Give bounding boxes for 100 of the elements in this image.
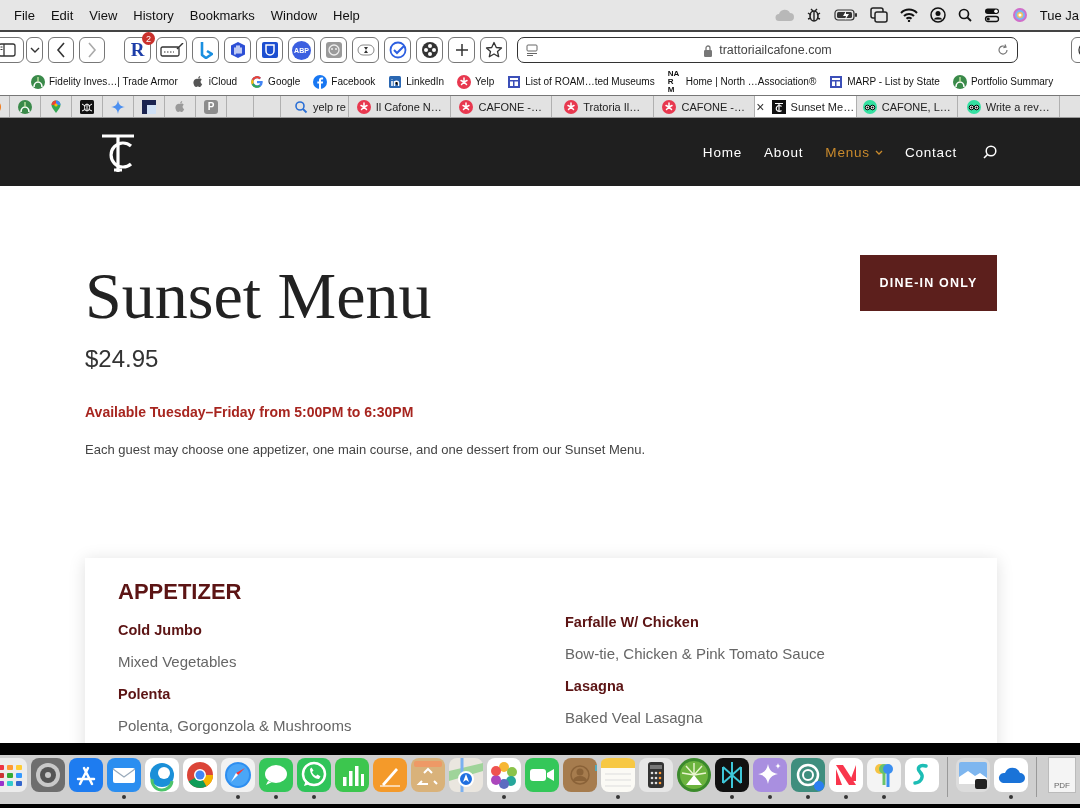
nav-link[interactable]: Contact [904,144,957,160]
phone-bubble-icon[interactable] [296,757,332,793]
dish-name: Lasagna [565,677,625,696]
map-icon[interactable] [448,757,484,793]
burst-icon [356,99,371,114]
extension-button[interactable] [256,37,283,63]
forward-icon [87,42,97,58]
extension-button[interactable] [224,37,251,63]
bookmark-link[interactable]: Yelp [457,74,495,89]
sunburst-icon[interactable] [676,757,712,793]
bookmark-link[interactable]: Fidelity Inves…| Trade Armor [31,74,178,89]
cloud-icon[interactable] [993,757,1029,793]
check-circle-icon [388,41,407,59]
burst-icon [662,99,677,114]
nav-link[interactable]: About [764,144,804,160]
search-icon[interactable] [957,8,972,22]
arch-icon [18,99,32,114]
nav-link[interactable]: Menus [825,144,883,160]
robot-face-icon [324,41,343,59]
user-icon[interactable] [929,7,946,23]
menu-item[interactable]: Window [262,5,326,25]
map-pin-icon [49,99,63,114]
search-icon[interactable] [983,145,997,159]
toggles-icon[interactable] [983,7,1000,23]
g-logo-icon [250,74,265,89]
burst-icon [459,99,474,114]
in-logo-icon [388,74,403,89]
bookmark-link[interactable]: Portfolio Summary [952,74,1054,89]
menu-item[interactable]: Bookmarks [181,5,263,25]
bookmark-link[interactable]: List of ROAM…ted Museums [507,74,655,89]
bookmark-link[interactable]: NARM Home | North …Association® [667,69,817,94]
back-icon [56,42,66,58]
extension-button[interactable] [384,37,411,63]
grid-icon[interactable] [0,757,28,793]
tab-group-button[interactable] [26,37,43,63]
tab-title: Write a rev… [985,100,1050,113]
sidebar-button[interactable] [0,37,24,63]
sidebar-icon [0,43,16,57]
wave-b-icon [198,41,213,59]
bug-icon[interactable] [805,7,822,23]
layout-icon [507,74,522,89]
page-menu-icon [526,44,538,56]
bookmark-link[interactable]: LinkedIn [388,74,445,89]
bookmark-link[interactable]: iCloud [190,74,238,89]
arch-icon [31,74,45,89]
s-wave-icon[interactable] [904,757,940,793]
back-button[interactable] [48,37,74,63]
extension-button[interactable] [156,37,187,63]
contact-book-icon[interactable] [562,757,598,793]
bookmark-link[interactable]: Google [250,74,301,89]
hourglass-icon [356,44,375,56]
extension-button[interactable] [448,37,475,63]
dots-circle-icon [420,41,439,59]
menu-item[interactable]: Edit [42,5,82,25]
shield-icon [260,41,279,59]
dish-description: Polenta, Gorgonzola & Mushrooms [118,716,353,736]
menu-item[interactable]: Help [325,5,368,25]
reload-icon [997,44,1009,56]
envelope-icon[interactable] [106,757,142,793]
bug-icon [80,99,94,114]
owl-eyes-icon [862,99,877,114]
knot-icon[interactable] [790,757,826,793]
crystal-icon[interactable] [714,757,750,793]
dish-name: Cold Jumbo [118,621,203,640]
photo-viewer-icon[interactable] [955,757,991,793]
tab-title: CAFONE -… [478,100,543,113]
bookmark-link[interactable]: Facebook [313,74,376,89]
calculator-icon[interactable] [638,757,674,793]
extension-button[interactable] [416,37,443,63]
compass-icon[interactable] [220,757,256,793]
clock[interactable]: Tue Ja [1039,7,1079,23]
gear-icon[interactable] [30,757,66,793]
document-icon[interactable]: PDF [1048,757,1076,793]
keys-icon[interactable] [866,757,902,793]
tab-title: CAFONE, L… [881,100,951,113]
forward-button[interactable] [79,37,105,63]
nav-link[interactable]: Home [702,144,743,160]
stripe-icon[interactable] [828,757,864,793]
tab-title: Il Cafone N… [375,100,442,113]
browser-tab[interactable]: × Sunset Me… [755,96,857,117]
flower-icon[interactable] [486,757,522,793]
screens-icon[interactable] [869,7,888,23]
burst-icon [457,74,472,89]
owl-eyes-icon [966,99,981,114]
plus-icon [454,43,469,57]
address-field[interactable]: trattoriailcafone.com [517,37,1018,63]
menu-item[interactable]: View [81,5,126,25]
close-button[interactable]: × [756,98,765,115]
a-shape-icon[interactable] [68,757,104,793]
section-heading: APPETIZER [118,578,243,606]
bookmark-link[interactable]: MARP - List by State [829,74,940,89]
description-text: Each guest may choose one appetizer, one main course, and one dessert from our Sunset Menu. [85,442,646,457]
menu-item[interactable]: History [125,5,182,25]
battery-icon[interactable] [833,9,858,21]
extension-button[interactable] [480,37,507,63]
menu-item[interactable]: File [6,5,43,25]
tab-title: CAFONE -… [681,100,746,113]
dish-description: Baked Veal Lasagna [565,708,704,728]
wifi-icon[interactable] [899,8,918,22]
keyboard-pen-icon [159,43,184,57]
